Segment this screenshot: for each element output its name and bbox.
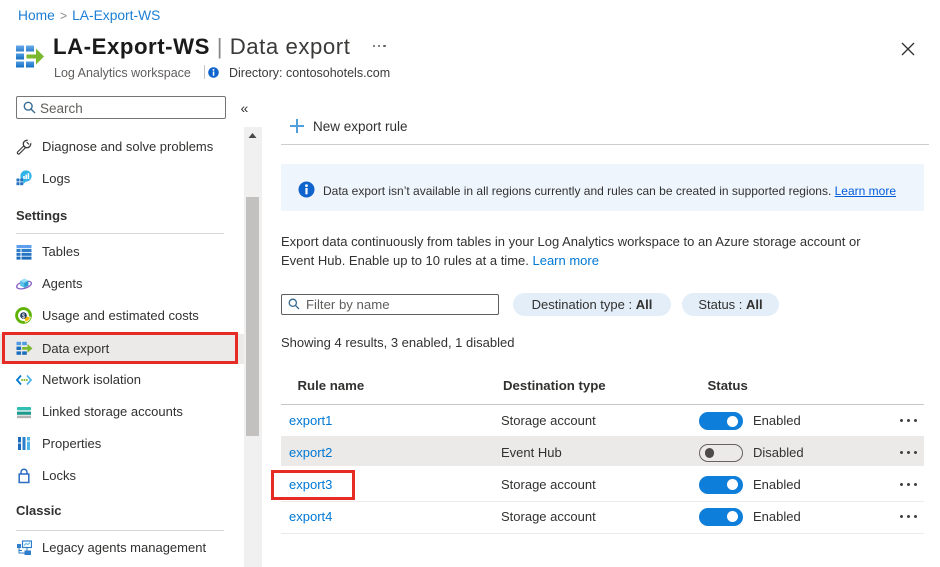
svg-text:$: $ [22,313,26,320]
